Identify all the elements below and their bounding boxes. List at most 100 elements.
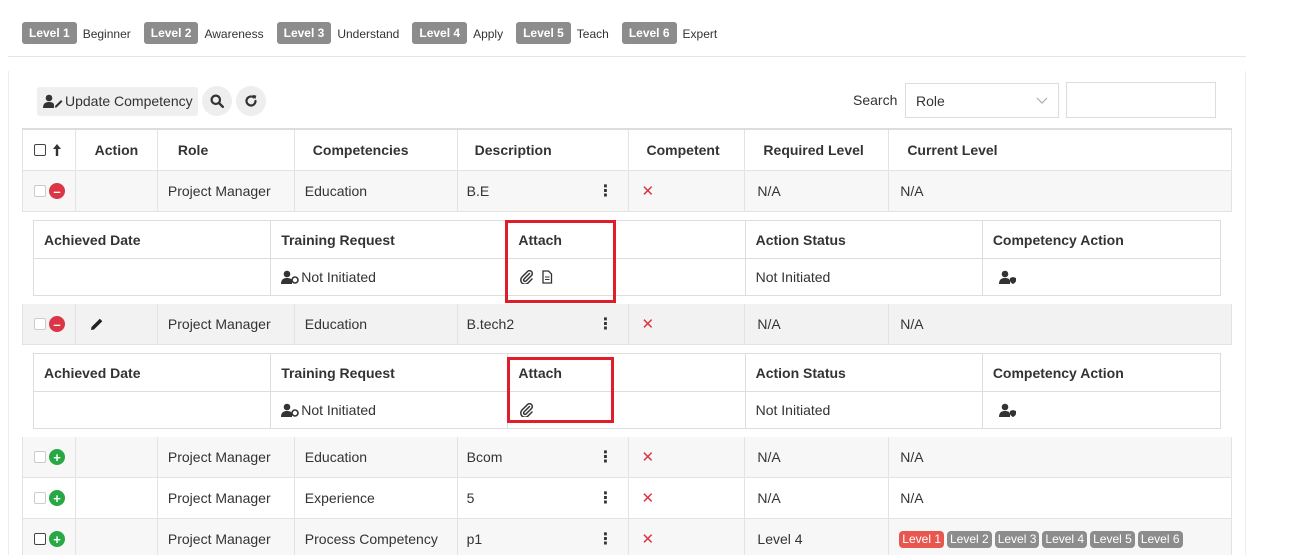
detail-row: Not Initiated Not Initiated xyxy=(34,258,1220,295)
row-required-level: N/A xyxy=(745,478,890,518)
current-level-badge-4: Level 4 xyxy=(1042,530,1088,548)
row-competency: Education xyxy=(295,304,458,344)
current-level-badge-5: Level 5 xyxy=(1090,530,1135,548)
pencil-icon[interactable] xyxy=(90,317,104,331)
row-checkbox[interactable] xyxy=(34,185,46,197)
detail-action-status: Not Initiated xyxy=(746,259,983,295)
level-badge-6: Level 6 xyxy=(621,22,677,44)
search-scope-value: Role xyxy=(916,92,945,109)
table-row[interactable]: + Project Manager Education Bcom ⋮ ✕ N/A… xyxy=(22,437,1232,478)
detail-header-training-request: Training Request xyxy=(271,221,509,258)
search-button[interactable] xyxy=(201,86,232,116)
kebab-menu-icon[interactable]: ⋮ xyxy=(598,488,614,508)
attach-highlight-box xyxy=(507,357,614,423)
row-current-level: Level 1 Level 2 Level 3 Level 4 Level 5 … xyxy=(889,519,1232,555)
row-current-level: N/A xyxy=(889,437,1232,477)
detail-header-action-status: Action Status xyxy=(746,221,983,258)
expand-icon[interactable]: + xyxy=(49,490,65,506)
collapse-icon[interactable]: – xyxy=(49,183,65,199)
detail-header-action-status: Action Status xyxy=(746,354,983,391)
user-shield-icon[interactable] xyxy=(998,270,1017,284)
detail-table: Achieved Date Training Request Attach Ac… xyxy=(33,220,1221,296)
user-shield-icon[interactable] xyxy=(998,403,1017,417)
expand-icon[interactable]: + xyxy=(49,531,65,547)
table-row[interactable]: – Project Manager Education B.tech2 ⋮ ✕ … xyxy=(22,304,1232,345)
row-action xyxy=(76,171,158,211)
row-required-level: N/A xyxy=(745,437,890,477)
level-label-4: Apply xyxy=(473,27,504,41)
sort-up-arrow-icon[interactable] xyxy=(52,143,62,157)
header-description[interactable]: Description xyxy=(458,130,629,170)
detail-header-competency-action: Competency Action xyxy=(992,231,1124,248)
close-x-icon: ✕ xyxy=(641,183,655,200)
table-header: Action Role Competencies Description Com… xyxy=(22,130,1233,171)
search-input[interactable] xyxy=(1066,82,1216,118)
header-current-level[interactable]: Current Level xyxy=(889,130,1233,170)
kebab-menu-icon[interactable]: ⋮ xyxy=(598,529,614,549)
row-current-level: N/A xyxy=(889,171,1232,211)
row-description: Bcom xyxy=(466,449,503,465)
row-role: Project Manager xyxy=(158,304,295,344)
detail-header: Achieved Date Training Request Attach Ac… xyxy=(34,354,1220,391)
detail-table: Achieved Date Training Request Attach Ac… xyxy=(33,353,1221,429)
search-label: Search xyxy=(853,92,898,108)
detail-achieved-date xyxy=(34,259,272,295)
header-action[interactable]: Action xyxy=(76,130,158,170)
toolbar: Update Competency xyxy=(37,86,266,116)
level-badge-5: Level 5 xyxy=(516,22,571,44)
header-role[interactable]: Role xyxy=(158,130,295,170)
row-current-level: N/A xyxy=(889,304,1232,344)
level-badge-4: Level 4 xyxy=(412,22,468,44)
current-level-badge-6: Level 6 xyxy=(1137,530,1183,548)
detail-header-achieved-date: Achieved Date xyxy=(34,221,272,258)
row-description: B.tech2 xyxy=(466,316,515,332)
row-action xyxy=(76,478,158,518)
header-required-level[interactable]: Required Level xyxy=(745,130,890,170)
user-cog-icon[interactable] xyxy=(281,270,300,284)
level-label-5: Teach xyxy=(576,27,609,41)
current-level-badge-1: Level 1 xyxy=(899,530,944,548)
refresh-button[interactable] xyxy=(235,86,266,116)
table-row[interactable]: + Project Manager Experience 5 ⋮ ✕ N/A N… xyxy=(22,478,1232,519)
table-row[interactable]: – Project Manager Education B.E ⋮ ✕ N/A … xyxy=(22,171,1232,212)
detail-header-training-request: Training Request xyxy=(271,354,509,391)
level-label-3: Understand xyxy=(337,27,400,41)
row-role: Project Manager xyxy=(158,519,295,555)
row-action xyxy=(76,437,158,477)
update-competency-button[interactable]: Update Competency xyxy=(37,86,198,116)
row-role: Project Manager xyxy=(158,478,295,518)
detail-header: Achieved Date Training Request Attach Ac… xyxy=(34,221,1220,258)
level-badge-2: Level 2 xyxy=(143,22,199,44)
detail-training-request: Not Initiated xyxy=(301,269,376,285)
current-level-badge-3: Level 3 xyxy=(994,530,1040,548)
row-action xyxy=(76,519,158,555)
table-row[interactable]: + Project Manager Process Competency p1 … xyxy=(22,519,1232,555)
collapse-icon[interactable]: – xyxy=(49,316,65,332)
close-x-icon: ✕ xyxy=(641,531,655,548)
level-label-2: Awareness xyxy=(204,27,264,41)
user-cog-icon[interactable] xyxy=(281,403,300,417)
divider xyxy=(8,56,1246,57)
row-competency: Education xyxy=(295,437,458,477)
expand-icon[interactable]: + xyxy=(49,449,65,465)
refresh-icon xyxy=(245,94,257,107)
header-competencies[interactable]: Competencies xyxy=(295,130,458,170)
row-checkbox[interactable] xyxy=(34,533,46,545)
row-required-level: N/A xyxy=(745,171,890,211)
kebab-menu-icon[interactable]: ⋮ xyxy=(598,181,614,201)
header-competent[interactable]: Competent xyxy=(629,130,746,170)
row-current-level: N/A xyxy=(889,478,1232,518)
attach-highlight-box xyxy=(505,220,616,303)
row-description: B.E xyxy=(466,183,490,199)
kebab-menu-icon[interactable]: ⋮ xyxy=(598,447,614,467)
level-badge-3: Level 3 xyxy=(276,22,332,44)
row-competency: Education xyxy=(295,171,458,211)
kebab-menu-icon[interactable]: ⋮ xyxy=(598,314,614,334)
level-legend: Level 1 Beginner Level 2 Awareness Level… xyxy=(22,21,730,45)
row-checkbox[interactable] xyxy=(34,451,46,463)
select-all-checkbox[interactable] xyxy=(34,144,46,156)
row-checkbox[interactable] xyxy=(34,492,46,504)
chevron-down-icon xyxy=(1036,97,1048,104)
row-checkbox[interactable] xyxy=(34,318,46,330)
search-scope-select[interactable]: Role xyxy=(905,83,1059,118)
